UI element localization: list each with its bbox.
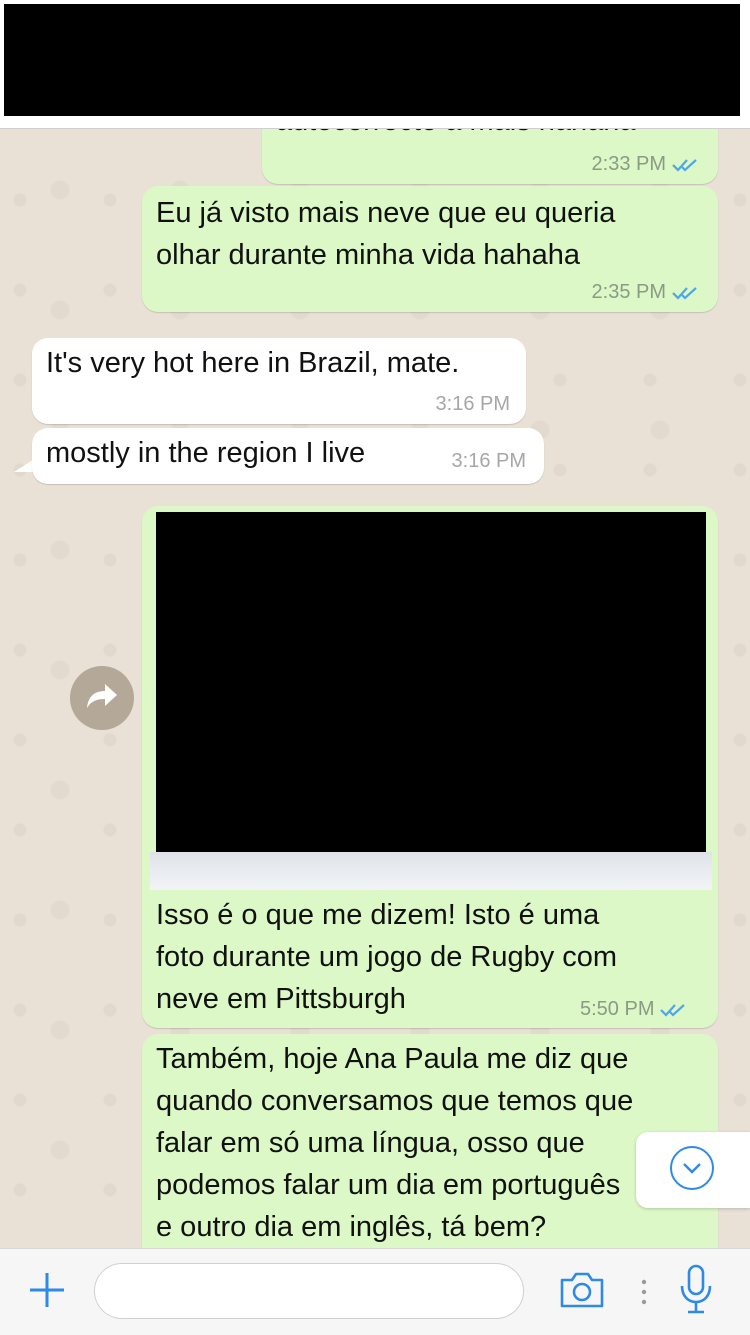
- message-meta: 5:50 PM: [580, 998, 688, 1021]
- message-time: 2:35 PM: [591, 281, 666, 303]
- double-check-icon: [660, 1002, 688, 1018]
- message-meta: 2:35 PM: [592, 281, 700, 304]
- message-meta: 3:16 PM: [436, 393, 510, 416]
- message-time: 3:16 PM: [435, 393, 510, 415]
- message-time: 3:16 PM: [451, 450, 526, 472]
- microphone-button[interactable]: [674, 1264, 718, 1321]
- message-bubble-outgoing[interactable]: Também, hoje Ana Paula me diz que quando…: [142, 1034, 718, 1274]
- message-bubble-incoming[interactable]: mostly in the region I live 3:16 PM: [32, 428, 544, 484]
- image-caption: Isso é o que me dizem! Isto é uma foto d…: [156, 899, 618, 1015]
- double-check-icon: [672, 285, 700, 301]
- composer-bar: [0, 1248, 750, 1335]
- message-meta: 2:33 PM: [592, 153, 700, 176]
- message-meta: 3:16 PM: [452, 450, 526, 473]
- more-dots: [634, 1277, 654, 1307]
- message-text: Eu já visto mais neve que eu queria olha…: [156, 197, 616, 271]
- forward-button[interactable]: [70, 666, 134, 730]
- forward-arrow-icon: [85, 682, 119, 715]
- message-text: Também, hoje Ana Paula me diz que quando…: [156, 1043, 634, 1243]
- camera-button[interactable]: [556, 1269, 608, 1315]
- chat-header-overlay: [0, 0, 750, 129]
- message-bubble-outgoing[interactable]: Eu já visto mais neve que eu queria olha…: [142, 186, 718, 312]
- plus-icon: [28, 1271, 66, 1314]
- message-bubble-incoming[interactable]: It's very hot here in Brazil, mate. 3:16…: [32, 338, 526, 424]
- message-text: mostly in the region I live: [46, 437, 366, 469]
- camera-icon: [558, 1270, 606, 1315]
- message-text: It's very hot here in Brazil, mate.: [46, 347, 460, 379]
- photo-visible-edge[interactable]: [150, 852, 712, 890]
- microphone-icon: [678, 1264, 714, 1321]
- message-input[interactable]: [94, 1263, 524, 1319]
- double-check-icon: [672, 157, 700, 173]
- chevron-down-icon: [670, 1146, 714, 1190]
- redacted-header-content: [4, 4, 740, 116]
- attach-button[interactable]: [24, 1269, 70, 1315]
- message-time: 2:33 PM: [591, 153, 666, 175]
- scroll-to-bottom-button[interactable]: [636, 1132, 750, 1208]
- message-time: 5:50 PM: [580, 998, 655, 1020]
- redacted-photo[interactable]: [156, 512, 706, 852]
